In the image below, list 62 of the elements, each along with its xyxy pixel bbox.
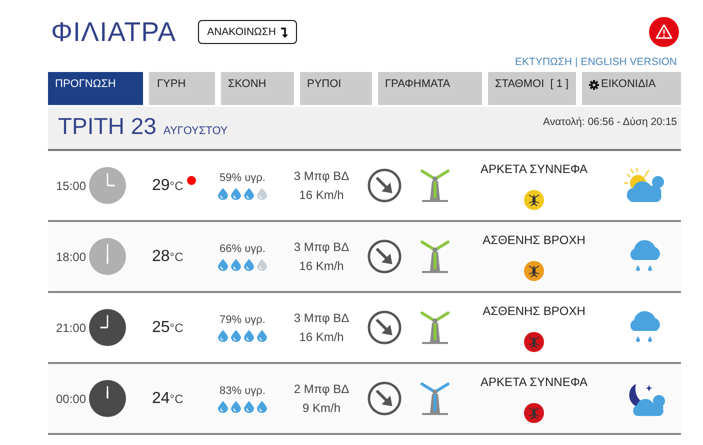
warning-icon[interactable]: [649, 17, 679, 47]
wind-speed: 16 Km/h: [299, 259, 344, 273]
drop-icon: [218, 258, 228, 270]
tab[interactable]: ΓΥΡΗ: [149, 72, 215, 105]
forecast-time: 15:00: [54, 178, 86, 192]
weather-condition: ΑΣΘΕΝΗΣ ΒΡΟΧΗ: [482, 304, 586, 318]
wind-force: 3 Μπφ ΒΔ: [294, 240, 350, 254]
arrow-down-icon: [280, 26, 288, 38]
month-label: ΑΥΓΟΥΣΤΟΥ: [163, 125, 228, 137]
wind-direction-icon: [366, 381, 402, 416]
drop-icon: [231, 330, 241, 342]
wind-direction-icon: [366, 239, 402, 274]
drop-icon: [218, 188, 228, 200]
tab[interactable]: ΓΡΑΦΗΜΑΤΑ: [378, 72, 482, 105]
tab[interactable]: ΕΙΚΟΝΙΔΙΑ: [582, 72, 681, 105]
announcement-button[interactable]: ΑΝΑΚΟΙΝΩΣΗ: [198, 20, 297, 44]
humidity: 79% υγρ.: [220, 314, 266, 326]
drop-icon: [218, 400, 228, 412]
print-link[interactable]: ΕΚΤΥΠΩΣΗ: [515, 56, 572, 72]
sunrise-sunset: Ανατολή: 06:56 - Δύση 20:15: [543, 116, 677, 130]
tab[interactable]: ΠΡΟΓΝΩΣΗ: [48, 72, 143, 105]
drop-icon: [257, 330, 267, 342]
drop-icon: [257, 258, 267, 270]
forecast-time: 00:00: [54, 392, 86, 406]
wind-force: 2 Μπφ ΒΔ: [294, 382, 350, 396]
humidity: 59% υγρ.: [220, 172, 266, 184]
tab[interactable]: ΡΥΠΟΙ: [300, 72, 372, 105]
drop-icon: [218, 330, 228, 342]
wind-direction-icon: [366, 310, 402, 345]
weather-condition: ΑΡΚΕΤΑ ΣΥΝΝΕΦΑ: [480, 162, 588, 176]
drop-icon: [257, 400, 267, 412]
drop-icon: [244, 400, 254, 412]
drop-icon: [244, 330, 254, 342]
drop-icon: [244, 188, 254, 200]
temperature: 29°C: [152, 176, 184, 194]
forecast-time: 21:00: [54, 320, 86, 334]
language-link[interactable]: ENGLISH VERSION: [580, 56, 677, 72]
drop-icon: [244, 258, 254, 270]
humidity: 66% υγρ.: [220, 242, 266, 254]
day-date: ΤΡΙΤΗ 23: [58, 113, 156, 140]
temperature: 25°C: [152, 318, 184, 336]
drop-icon: [257, 188, 267, 200]
wind-speed: 16 Km/h: [299, 330, 344, 344]
wind-speed: 9 Km/h: [302, 401, 340, 415]
drop-icon: [231, 400, 241, 412]
gear-icon: [589, 80, 599, 90]
weather-condition: ΑΡΚΕΤΑ ΣΥΝΝΕΦΑ: [480, 374, 588, 388]
drop-icon: [231, 188, 241, 200]
city-title: ΦΙΛΙΑΤΡΑ: [51, 16, 176, 48]
drop-icon: [231, 258, 241, 270]
wind-speed: 16 Km/h: [299, 188, 344, 202]
wind-force: 3 Μπφ ΒΔ: [294, 169, 350, 183]
link-separator: |: [574, 56, 578, 70]
wind-force: 3 Μπφ ΒΔ: [294, 311, 350, 325]
tab[interactable]: ΣΤΑΘΜΟΙ [ 1 ]: [488, 72, 576, 105]
temperature: 24°C: [152, 390, 184, 408]
forecast-time: 18:00: [54, 250, 86, 264]
wind-direction-icon: [366, 168, 402, 203]
humidity: 83% υγρ.: [220, 384, 266, 396]
weather-condition: ΑΣΘΕΝΗΣ ΒΡΟΧΗ: [482, 232, 586, 246]
temperature: 28°C: [152, 248, 184, 266]
tab[interactable]: ΣΚΟΝΗ: [221, 72, 294, 105]
